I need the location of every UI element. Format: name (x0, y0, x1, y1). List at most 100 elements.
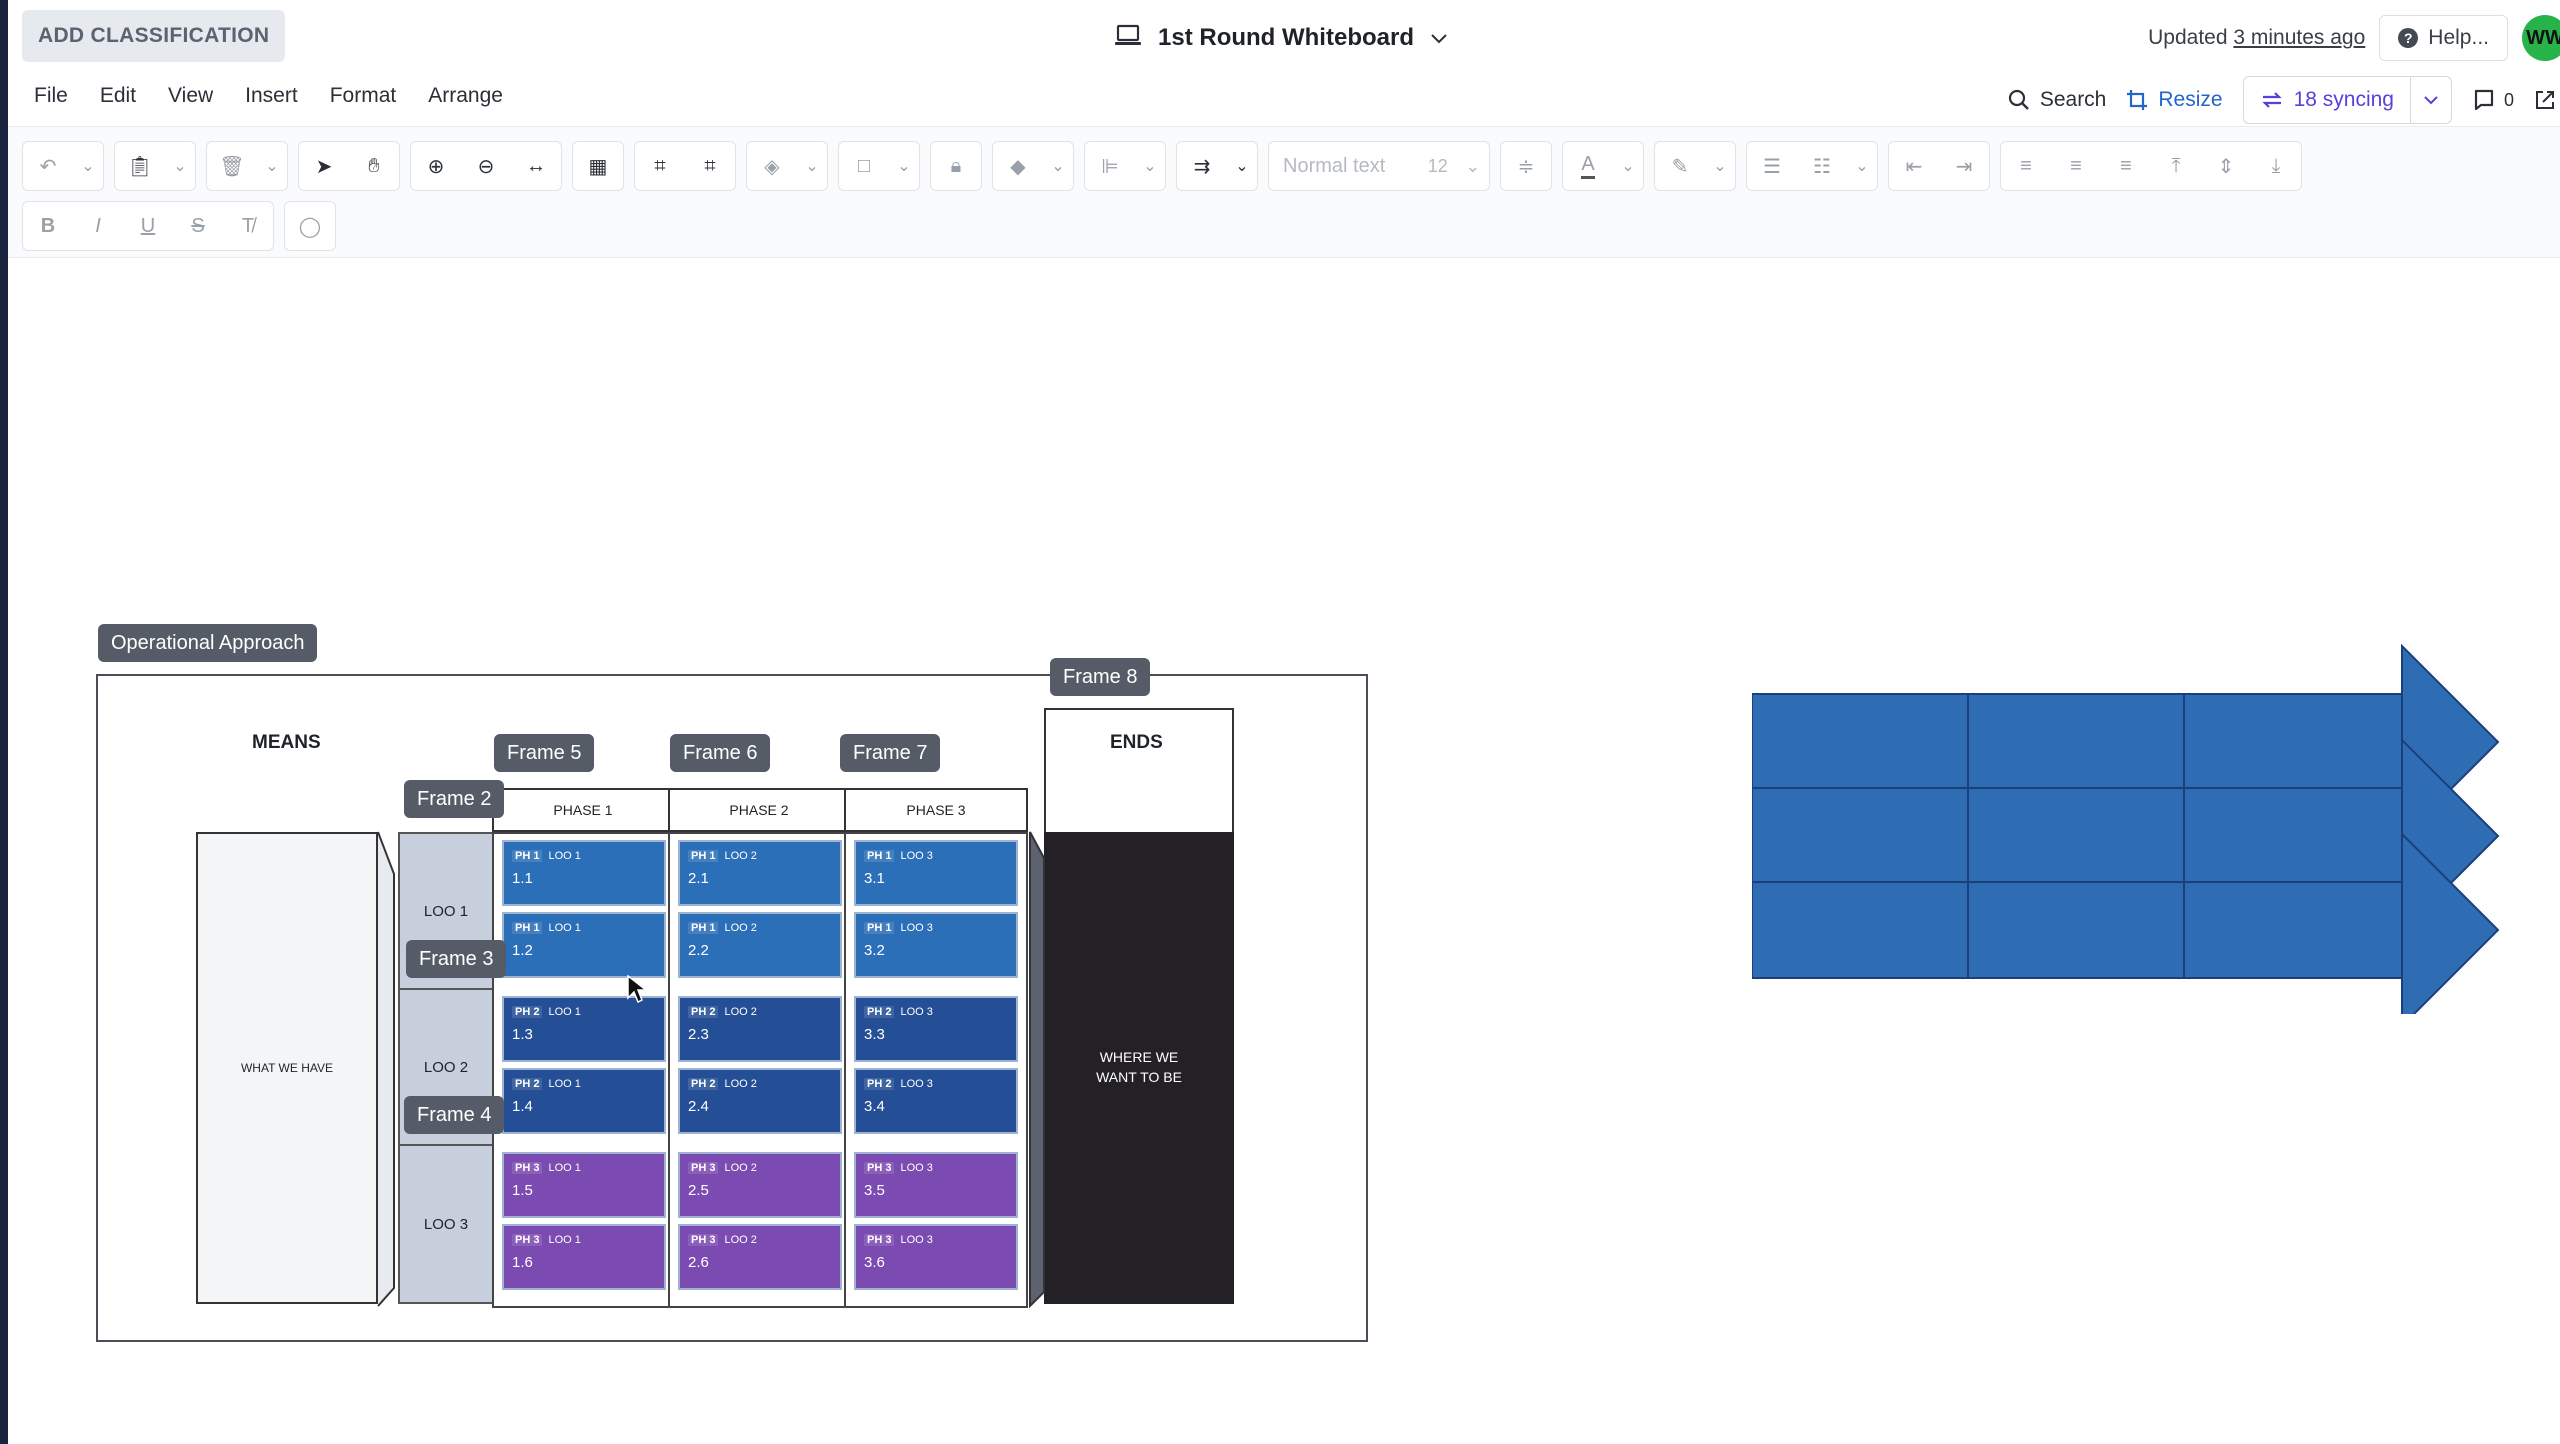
lock-button[interactable]: 🔒︎ (931, 142, 981, 190)
frame-label-5[interactable]: Frame 5 (494, 734, 595, 772)
phase-3-header[interactable]: PHASE 3 (844, 788, 1028, 832)
italic-button[interactable]: I (73, 202, 123, 250)
crop-button[interactable]: ⌗ (635, 142, 685, 190)
highlight-caret[interactable]: ⌄ (1705, 142, 1735, 190)
arrow-grid-shape[interactable] (1752, 634, 2512, 1014)
syncing-dropdown[interactable]: 18 syncing (2242, 76, 2452, 124)
align-top-button[interactable]: ⤒ (2151, 142, 2201, 190)
plan-cell[interactable]: PH 3 LOO 2 2.6 (678, 1224, 842, 1290)
where-we-want-to-be-box[interactable]: WHERE WE WANT TO BE (1044, 832, 1234, 1304)
comments-button[interactable]: 0 (2472, 88, 2514, 112)
undo-caret[interactable]: ⌄ (73, 142, 103, 190)
menu-insert[interactable]: Insert (245, 84, 298, 108)
frame-label-3[interactable]: Frame 3 (406, 940, 507, 978)
indent-button[interactable]: ⇥ (1939, 142, 1989, 190)
frame-label-2[interactable]: Frame 2 (404, 780, 505, 818)
layer-caret[interactable]: ⌄ (1043, 142, 1073, 190)
fit-width-button[interactable]: ↔ (511, 142, 561, 190)
align-bottom-button[interactable]: ⤓ (2251, 142, 2301, 190)
plan-cell[interactable]: PH 2 LOO 3 3.3 (854, 996, 1018, 1062)
plan-cell[interactable]: PH 3 LOO 2 2.5 (678, 1152, 842, 1218)
text-color-button[interactable]: A (1563, 142, 1613, 190)
what-we-have-box[interactable]: WHAT WE HAVE (196, 832, 378, 1304)
zoom-out-button[interactable]: ⊖ (461, 142, 511, 190)
border-button[interactable]: □ (839, 142, 889, 190)
layer-button[interactable]: ◆ (993, 142, 1043, 190)
plan-cell[interactable]: PH 3 LOO 3 3.6 (854, 1224, 1018, 1290)
plan-cell[interactable]: PH 2 LOO 3 3.4 (854, 1068, 1018, 1134)
frame-label-operational-approach[interactable]: Operational Approach (98, 624, 318, 662)
avatar[interactable]: WW (2522, 15, 2560, 61)
plan-cell[interactable]: PH 1 LOO 1 1.1 (502, 840, 666, 906)
add-comment-button[interactable]: ◯ (285, 202, 335, 250)
frame-label-4[interactable]: Frame 4 (404, 1096, 505, 1134)
document-title-dropdown[interactable]: 1st Round Whiteboard (1114, 18, 1448, 58)
menu-view[interactable]: View (168, 84, 213, 108)
menu-arrange[interactable]: Arrange (428, 84, 503, 108)
connector-button[interactable]: ⇉ (1177, 142, 1227, 190)
frame-label-8[interactable]: Frame 8 (1050, 658, 1151, 696)
updated-time-link[interactable]: 3 minutes ago (2233, 26, 2365, 49)
help-button[interactable]: ? Help... (2379, 15, 2508, 61)
table-button[interactable]: ▦ (573, 142, 623, 190)
phase-2-header[interactable]: PHASE 2 (668, 788, 850, 832)
font-select[interactable]: Normal text (1269, 142, 1419, 190)
add-classification-button[interactable]: ADD CLASSIFICATION (22, 10, 286, 62)
align-objects-caret[interactable]: ⌄ (1135, 142, 1165, 190)
font-size-select[interactable]: 12 ⌄ (1419, 142, 1489, 190)
fill-caret[interactable]: ⌄ (797, 142, 827, 190)
plan-cell[interactable]: PH 3 LOO 1 1.6 (502, 1224, 666, 1290)
paste-caret[interactable]: ⌄ (165, 142, 195, 190)
align-middle-button[interactable]: ⇕ (2201, 142, 2251, 190)
plan-cell[interactable]: PH 2 LOO 2 2.4 (678, 1068, 842, 1134)
syncing-button[interactable]: 18 syncing (2244, 77, 2411, 123)
strikethrough-button[interactable]: S (173, 202, 223, 250)
delete-caret[interactable]: ⌄ (257, 142, 287, 190)
outdent-button[interactable]: ⇤ (1889, 142, 1939, 190)
hand-tool-button[interactable]: ✋︎ (349, 142, 399, 190)
plan-cell[interactable]: PH 1 LOO 3 3.2 (854, 912, 1018, 978)
delete-button[interactable]: 🗑︎ (207, 142, 257, 190)
numbered-list-button[interactable]: ☷ (1797, 142, 1847, 190)
phase-1-header[interactable]: PHASE 1 (492, 788, 674, 832)
plan-cell[interactable]: PH 1 LOO 1 1.2 (502, 912, 666, 978)
plan-cell[interactable]: PH 2 LOO 2 2.3 (678, 996, 842, 1062)
plan-cell[interactable]: PH 2 LOO 1 1.4 (502, 1068, 666, 1134)
select-tool-button[interactable]: ➤ (299, 142, 349, 190)
align-left-button[interactable]: ≡ (2001, 142, 2051, 190)
plan-cell[interactable]: PH 3 LOO 3 3.5 (854, 1152, 1018, 1218)
align-center-button[interactable]: ≡ (2051, 142, 2101, 190)
bold-button[interactable]: B (23, 202, 73, 250)
loo-3-label-cell[interactable]: LOO 3 (398, 1144, 494, 1304)
crop-frame-button[interactable]: ⌗ (685, 142, 735, 190)
plan-cell[interactable]: PH 1 LOO 3 3.1 (854, 840, 1018, 906)
open-external-button[interactable] (2534, 89, 2556, 111)
align-objects-button[interactable]: ⊫ (1085, 142, 1135, 190)
text-color-caret[interactable]: ⌄ (1613, 142, 1643, 190)
connector-caret[interactable]: ⌄ (1227, 142, 1257, 190)
frame-label-7[interactable]: Frame 7 (840, 734, 941, 772)
frame-label-6[interactable]: Frame 6 (670, 734, 771, 772)
syncing-caret[interactable] (2411, 95, 2451, 105)
border-caret[interactable]: ⌄ (889, 142, 919, 190)
plan-cell[interactable]: PH 3 LOO 1 1.5 (502, 1152, 666, 1218)
undo-button[interactable]: ↶ (23, 142, 73, 190)
plan-cell[interactable]: PH 1 LOO 2 2.1 (678, 840, 842, 906)
resize-button[interactable]: Resize (2126, 88, 2223, 112)
fill-color-button[interactable]: ◈ (747, 142, 797, 190)
list-caret[interactable]: ⌄ (1847, 142, 1877, 190)
paste-button[interactable]: 📋︎ (115, 142, 165, 190)
bullet-list-button[interactable]: ☰ (1747, 142, 1797, 190)
plan-cell[interactable]: PH 1 LOO 2 2.2 (678, 912, 842, 978)
whiteboard-canvas[interactable]: Operational Approach MEANS ENDS WHERE WE… (8, 258, 2560, 1444)
line-spacing-button[interactable]: ≑ (1501, 142, 1551, 190)
align-right-button[interactable]: ≡ (2101, 142, 2151, 190)
highlight-button[interactable]: ✎ (1655, 142, 1705, 190)
zoom-in-button[interactable]: ⊕ (411, 142, 461, 190)
menu-edit[interactable]: Edit (100, 84, 136, 108)
menu-format[interactable]: Format (330, 84, 397, 108)
search-button[interactable]: Search (2008, 88, 2106, 112)
menu-file[interactable]: File (34, 84, 68, 108)
clear-format-button[interactable]: T̸ (223, 202, 273, 250)
underline-button[interactable]: U (123, 202, 173, 250)
